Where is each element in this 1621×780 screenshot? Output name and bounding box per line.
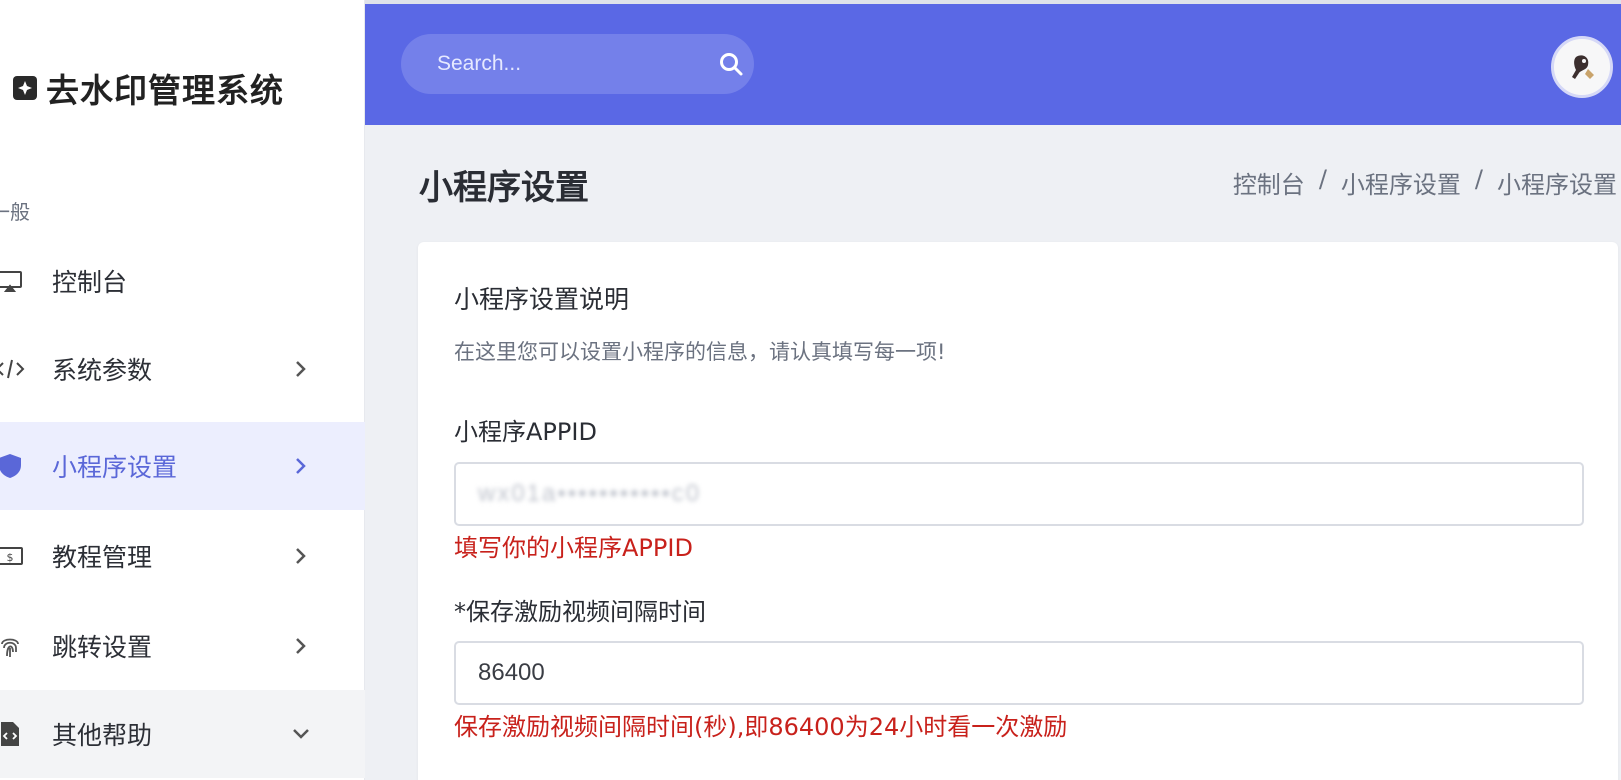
- svg-text:$: $: [7, 551, 14, 564]
- sidebar-item-label: 其他帮助: [52, 721, 153, 750]
- sidebar-item-tutorials[interactable]: $ 教程管理: [0, 510, 365, 602]
- sidebar-item-system-params[interactable]: 系统参数: [0, 316, 365, 422]
- reward-interval-label: *保存激励视频间隔时间: [454, 598, 706, 626]
- appid-help-text: 填写你的小程序APPID: [454, 534, 693, 562]
- sidebar-item-miniapp-settings[interactable]: 小程序设置: [0, 422, 365, 510]
- sidebar-item-label: 小程序设置: [52, 453, 178, 482]
- chevron-right-icon: [289, 357, 313, 381]
- breadcrumb-separator: /: [1318, 165, 1327, 193]
- page-title: 小程序设置: [419, 168, 589, 208]
- fingerprint-icon: [0, 630, 26, 662]
- settings-card: 小程序设置说明 在这里您可以设置小程序的信息，请认真填写每一项! 小程序APPI…: [418, 242, 1618, 780]
- breadcrumb-item-current: 小程序设置: [1497, 171, 1617, 199]
- plus-square-icon: [10, 73, 40, 103]
- avatar[interactable]: [1551, 36, 1613, 98]
- monitor-icon: [0, 265, 26, 297]
- appid-value: wx01a•••••••••••c0: [478, 480, 702, 507]
- chevron-right-icon: [289, 634, 313, 658]
- search-icon[interactable]: [708, 34, 754, 94]
- avatar-icon: [1554, 39, 1610, 95]
- sidebar-item-other-help[interactable]: 其他帮助: [0, 690, 365, 778]
- breadcrumb-item-dashboard[interactable]: 控制台: [1233, 165, 1305, 200]
- file-code-icon: [0, 718, 26, 750]
- chevron-right-icon: [289, 454, 313, 478]
- sidebar: 去水印管理系统 一般 控制台 系统参数 小程序设置: [0, 0, 365, 780]
- sidebar-nav: 控制台 系统参数 小程序设置 $ 教程管理 跳转设置 其他帮助: [0, 246, 365, 778]
- sidebar-item-label: 系统参数: [52, 356, 153, 385]
- code-icon: [0, 353, 26, 385]
- breadcrumb: 控制台 / 小程序设置 / 小程序设置: [1233, 165, 1617, 200]
- chevron-right-icon: [289, 544, 313, 568]
- sidebar-item-label: 教程管理: [52, 543, 153, 572]
- sidebar-item-label: 跳转设置: [52, 633, 153, 662]
- brand[interactable]: 去水印管理系统: [10, 64, 284, 112]
- money-icon: $: [0, 540, 26, 572]
- reward-interval-input[interactable]: [454, 641, 1584, 705]
- sidebar-item-dashboard[interactable]: 控制台: [0, 246, 365, 316]
- breadcrumb-separator: /: [1474, 165, 1483, 193]
- section-label: 一般: [0, 200, 30, 224]
- search-input[interactable]: [437, 52, 708, 76]
- reward-interval-help-text: 保存激励视频间隔时间(秒),即86400为24小时看一次激励: [454, 713, 1068, 741]
- breadcrumb-item-miniapp-settings[interactable]: 小程序设置: [1341, 165, 1461, 200]
- appid-label: 小程序APPID: [454, 418, 597, 446]
- brand-title: 去水印管理系统: [46, 71, 284, 110]
- appid-input[interactable]: wx01a•••••••••••c0: [454, 462, 1584, 526]
- top-header: [365, 0, 1621, 125]
- search-box[interactable]: [401, 34, 754, 94]
- sidebar-item-redirect-settings[interactable]: 跳转设置: [0, 602, 365, 690]
- card-description: 在这里您可以设置小程序的信息，请认真填写每一项!: [454, 340, 946, 364]
- sidebar-item-label: 控制台: [52, 268, 128, 297]
- shield-icon: [0, 450, 26, 482]
- chevron-down-icon: [289, 722, 313, 746]
- card-title: 小程序设置说明: [454, 285, 630, 314]
